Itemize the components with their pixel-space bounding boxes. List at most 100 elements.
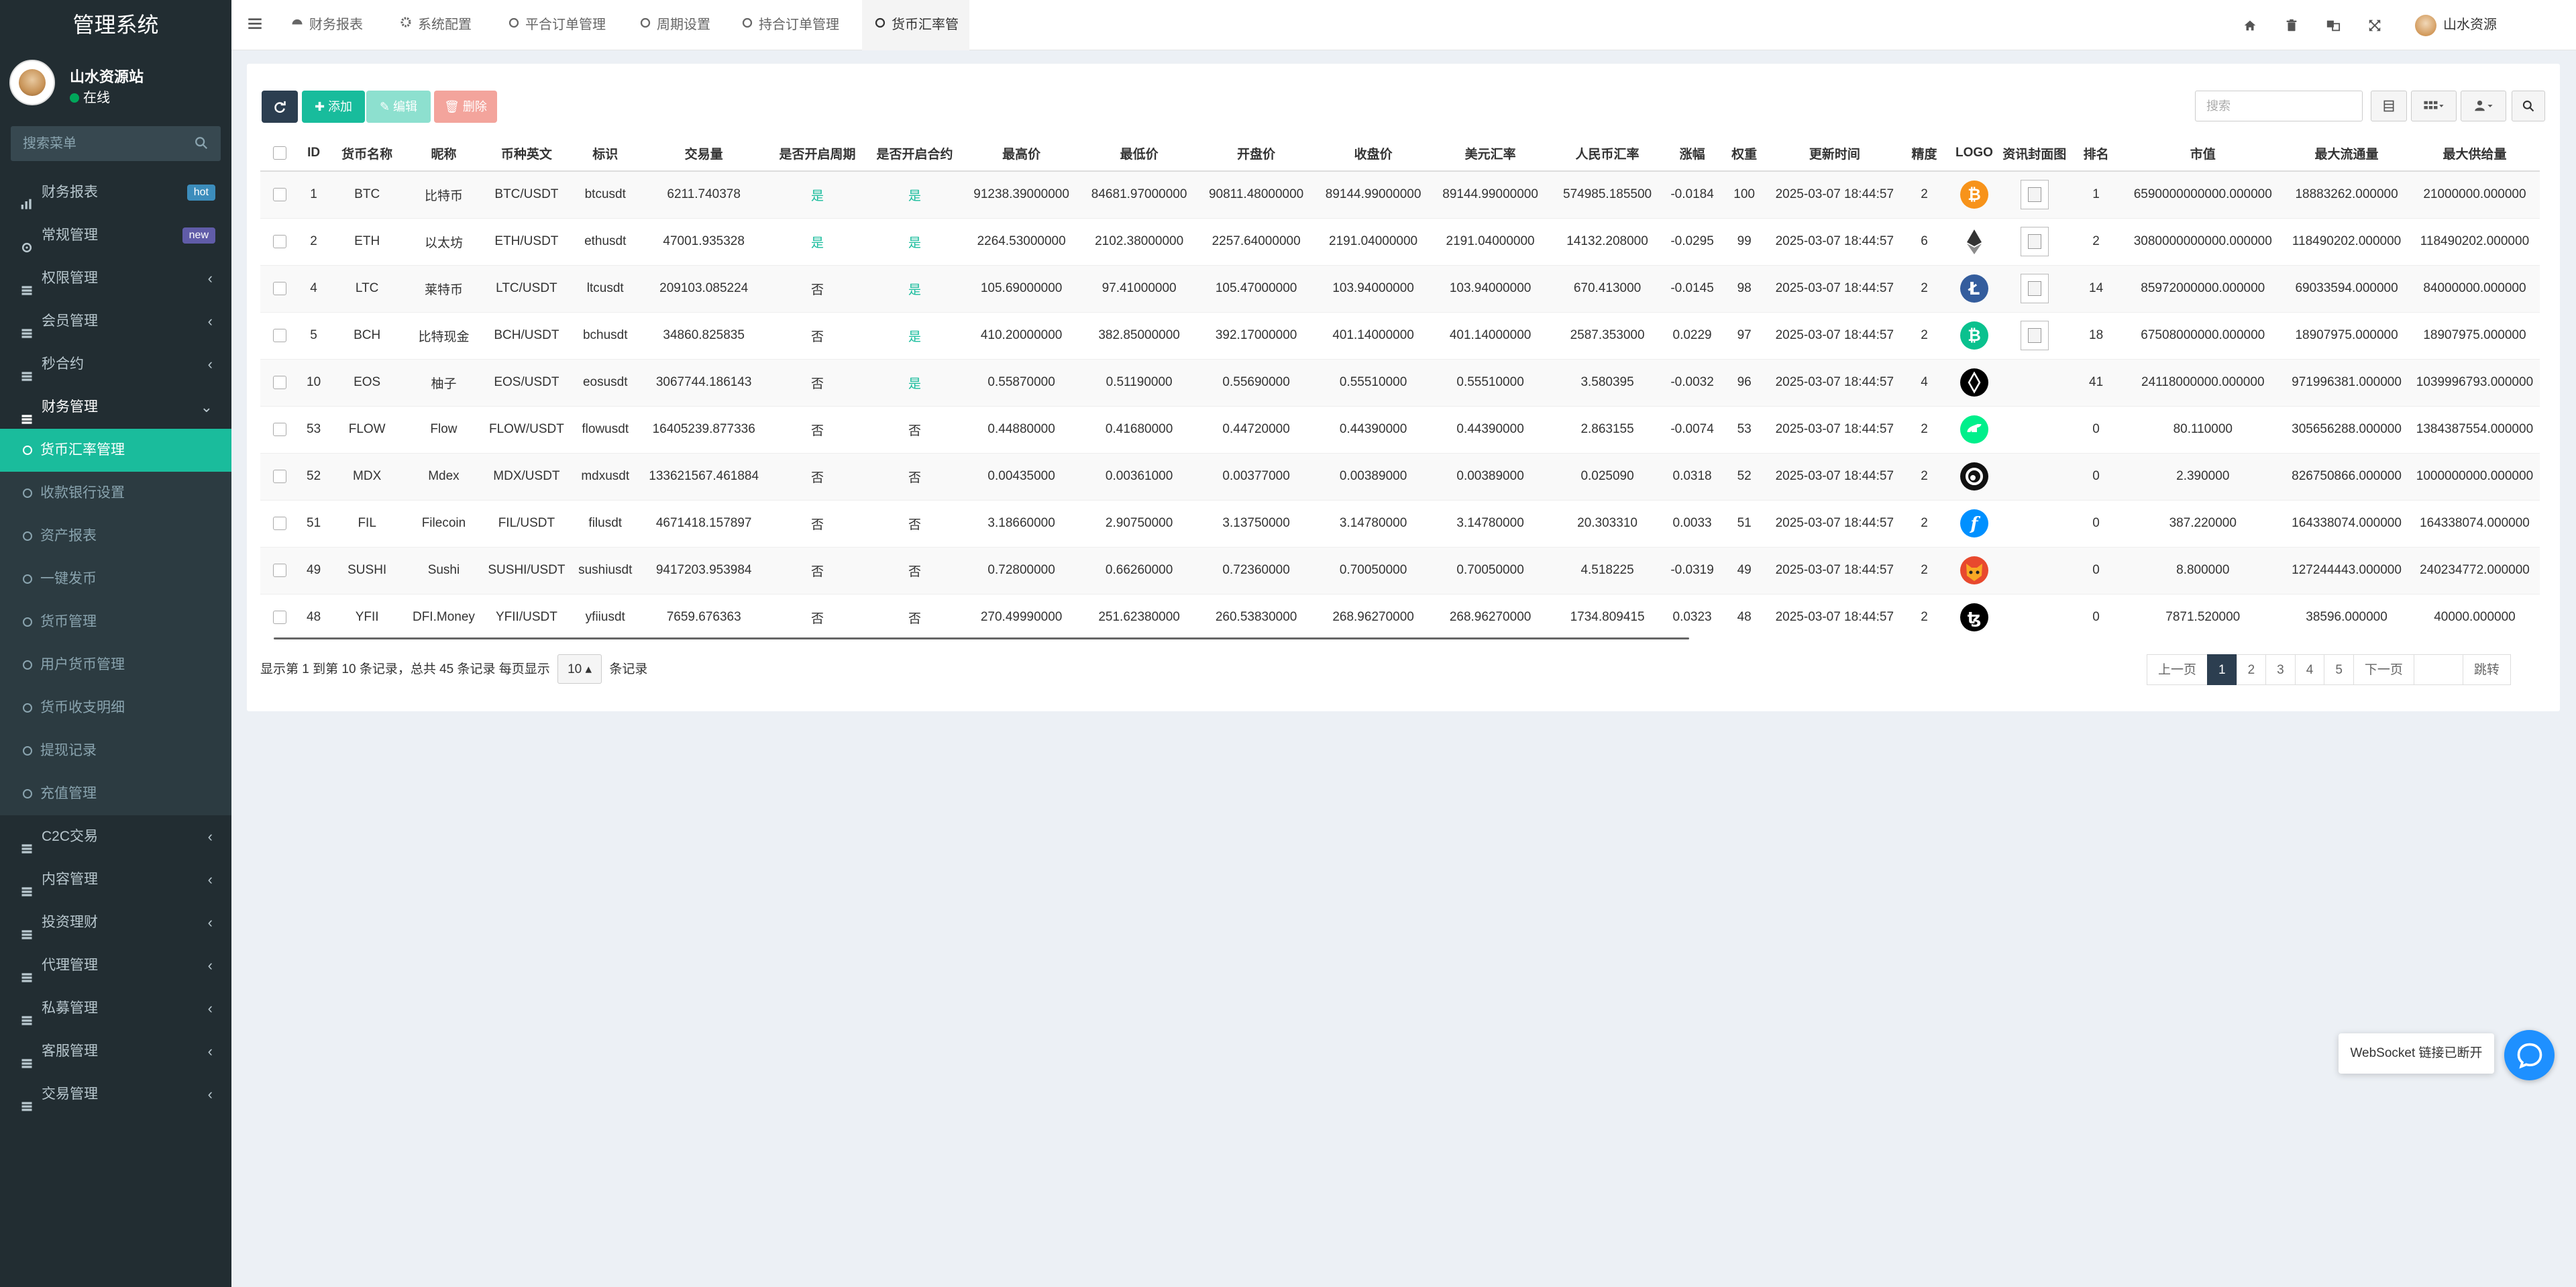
table-row[interactable]: 5 BCH 比特现金 BCH/USDT bchusdt 34860.825835 否 是 410… xyxy=(260,311,2540,359)
avatar[interactable] xyxy=(9,60,55,105)
page-button-3[interactable]: 3 xyxy=(2265,654,2296,685)
cover-image-thumbnail[interactable] xyxy=(2020,227,2049,256)
column-header[interactable]: 是否开启周期 xyxy=(768,136,867,172)
column-header[interactable]: 标识 xyxy=(571,136,640,172)
filecoin-logo-icon[interactable]: f xyxy=(1960,509,1989,538)
flow-logo-icon[interactable] xyxy=(1960,415,1989,444)
column-header[interactable]: 人民币汇率 xyxy=(1548,136,1666,172)
tab-5[interactable]: 货币汇率管理 xyxy=(862,0,969,83)
tab-2[interactable]: 平合订单管理 xyxy=(496,0,621,50)
column-header[interactable]: 更新时间 xyxy=(1770,136,1899,172)
shiba-logo-icon[interactable] xyxy=(1960,556,1989,585)
table-row[interactable]: 49 SUSHI Sushi SUSHI/USDT sushiusdt 9417203.9… xyxy=(260,546,2540,594)
chat-button[interactable] xyxy=(2504,1030,2555,1080)
row-checkbox[interactable] xyxy=(272,422,286,436)
jump-page-input[interactable] xyxy=(2413,654,2463,685)
sidebar-item-7[interactable]: 内容管理 ‹ xyxy=(0,858,231,901)
row-checkbox[interactable] xyxy=(272,611,286,625)
sidebar-item-3[interactable]: 会员管理 ‹ xyxy=(0,300,231,343)
row-checkbox[interactable] xyxy=(272,328,286,342)
page-size-select[interactable]: 10 ▴ xyxy=(557,654,602,684)
toggle-view-button[interactable] xyxy=(2371,91,2407,121)
column-header[interactable]: 市值 xyxy=(2122,136,2284,172)
column-header[interactable] xyxy=(260,136,299,172)
sidebar-item-9[interactable]: 代理管理 ‹ xyxy=(0,944,231,987)
next-page-button[interactable]: 下一页 xyxy=(2353,654,2414,685)
columns-button[interactable] xyxy=(2411,91,2457,121)
column-header[interactable]: 交易量 xyxy=(639,136,769,172)
litecoin-logo-icon[interactable]: Ł xyxy=(1960,274,1989,303)
page-button-1[interactable]: 1 xyxy=(2207,654,2237,685)
page-button-4[interactable]: 4 xyxy=(2294,654,2325,685)
row-checkbox[interactable] xyxy=(272,516,286,530)
horizontal-scrollbar[interactable] xyxy=(274,637,1689,639)
delete-button[interactable]: 🗑 删除 xyxy=(434,91,497,123)
column-header[interactable]: 资讯封面图 xyxy=(1998,136,2070,172)
table-search-input[interactable] xyxy=(2195,91,2363,121)
row-checkbox[interactable] xyxy=(272,563,286,577)
row-checkbox[interactable] xyxy=(272,234,286,248)
submenu-item-2[interactable]: 资产报表 xyxy=(0,515,231,558)
menu-toggle-icon[interactable] xyxy=(246,15,264,36)
submenu-item-3[interactable]: 一键发币 xyxy=(0,558,231,601)
edit-button[interactable]: ✎ 编辑 xyxy=(366,91,431,123)
search-icon[interactable] xyxy=(194,136,209,154)
home-icon[interactable] xyxy=(2243,18,2257,36)
trash-icon[interactable] xyxy=(2284,18,2299,36)
sidebar-item-10[interactable]: 私募管理 ‹ xyxy=(0,987,231,1030)
sidebar-item-4[interactable]: 秒合约 ‹ xyxy=(0,343,231,386)
column-header[interactable]: 货币名称 xyxy=(329,136,406,172)
sidebar-item-1[interactable]: 常规管理 new xyxy=(0,214,231,257)
submenu-item-6[interactable]: 货币收支明细 xyxy=(0,686,231,729)
column-header[interactable]: 开盘价 xyxy=(1197,136,1315,172)
sidebar-item-8[interactable]: 投资理财 ‹ xyxy=(0,901,231,944)
ethereum-logo-icon[interactable] xyxy=(1960,227,1989,256)
page-button-5[interactable]: 5 xyxy=(2324,654,2354,685)
table-row[interactable]: 48 YFII DFI.Money YFII/USDT yfiiusdt 7659.676… xyxy=(260,593,2540,641)
column-header[interactable]: 最大供给量 xyxy=(2409,136,2540,172)
column-header[interactable]: 最大流通量 xyxy=(2284,136,2410,172)
row-checkbox[interactable] xyxy=(272,281,286,295)
table-row[interactable]: 51 FIL Filecoin FIL/USDT filusdt 4671418.1578… xyxy=(260,499,2540,547)
column-header[interactable]: 最高价 xyxy=(962,136,1081,172)
row-checkbox[interactable] xyxy=(272,188,286,202)
submenu-item-1[interactable]: 收款银行设置 xyxy=(0,472,231,515)
submenu-item-7[interactable]: 提现记录 xyxy=(0,729,231,772)
column-header[interactable]: 精度 xyxy=(1898,136,1950,172)
table-row[interactable]: 4 LTC 莱特币 LTC/USDT ltcusdt 209103.085224 否 是 105… xyxy=(260,264,2540,312)
page-button-2[interactable]: 2 xyxy=(2236,654,2267,685)
sidebar-item-5[interactable]: 财务管理 ⌄ xyxy=(0,386,231,429)
column-header[interactable]: 是否开启合约 xyxy=(867,136,963,172)
menu-search-input[interactable] xyxy=(11,126,221,161)
tab-1[interactable]: 系统配置 xyxy=(387,0,488,50)
select-all-checkbox[interactable] xyxy=(272,146,286,160)
fullscreen-icon[interactable] xyxy=(2367,18,2382,36)
sidebar-item-12[interactable]: 交易管理 ‹ xyxy=(0,1073,231,1116)
submenu-item-5[interactable]: 用户货币管理 xyxy=(0,644,231,686)
prev-page-button[interactable]: 上一页 xyxy=(2147,654,2208,685)
table-row[interactable]: 2 ETH 以太坊 ETH/USDT ethusdt 47001.935328 是 是 2264… xyxy=(260,217,2540,265)
column-header[interactable]: 收盘价 xyxy=(1314,136,1432,172)
submenu-item-0[interactable]: 货币汇率管理 xyxy=(0,429,231,472)
column-header[interactable]: 美元汇率 xyxy=(1432,136,1549,172)
submenu-item-4[interactable]: 货币管理 xyxy=(0,601,231,644)
sidebar-item-6[interactable]: C2C交易 ‹ xyxy=(0,815,231,858)
bitcoin-logo-icon[interactable]: ₿ xyxy=(1960,180,1989,209)
table-row[interactable]: 10 EOS 柚子 EOS/USDT eosusdt 3067744.186143 否 是 0.… xyxy=(260,358,2540,406)
table-row[interactable]: 52 MDX Mdex MDX/USDT mdxusdt 133621567.461884… xyxy=(260,452,2540,500)
language-icon[interactable] xyxy=(2326,18,2341,36)
row-checkbox[interactable] xyxy=(272,469,286,483)
column-header[interactable]: 排名 xyxy=(2070,136,2123,172)
table-row[interactable]: 53 FLOW Flow FLOW/USDT flowusdt 16405239.8773… xyxy=(260,405,2540,453)
add-button[interactable]: ✚ 添加 xyxy=(302,91,365,123)
column-header[interactable]: LOGO xyxy=(1949,136,1999,172)
refresh-button[interactable] xyxy=(262,91,298,123)
column-header[interactable]: 昵称 xyxy=(405,136,482,172)
column-header[interactable]: 币种英文 xyxy=(482,136,572,172)
cover-image-thumbnail[interactable] xyxy=(2020,274,2049,303)
bitcoin-cash-logo-icon[interactable]: ₿ xyxy=(1960,321,1989,350)
jump-button[interactable]: 跳转 xyxy=(2462,654,2511,685)
sidebar-item-2[interactable]: 权限管理 ‹ xyxy=(0,257,231,300)
sidebar-item-0[interactable]: 财务报表 hot xyxy=(0,171,231,214)
export-button[interactable] xyxy=(2461,91,2506,121)
